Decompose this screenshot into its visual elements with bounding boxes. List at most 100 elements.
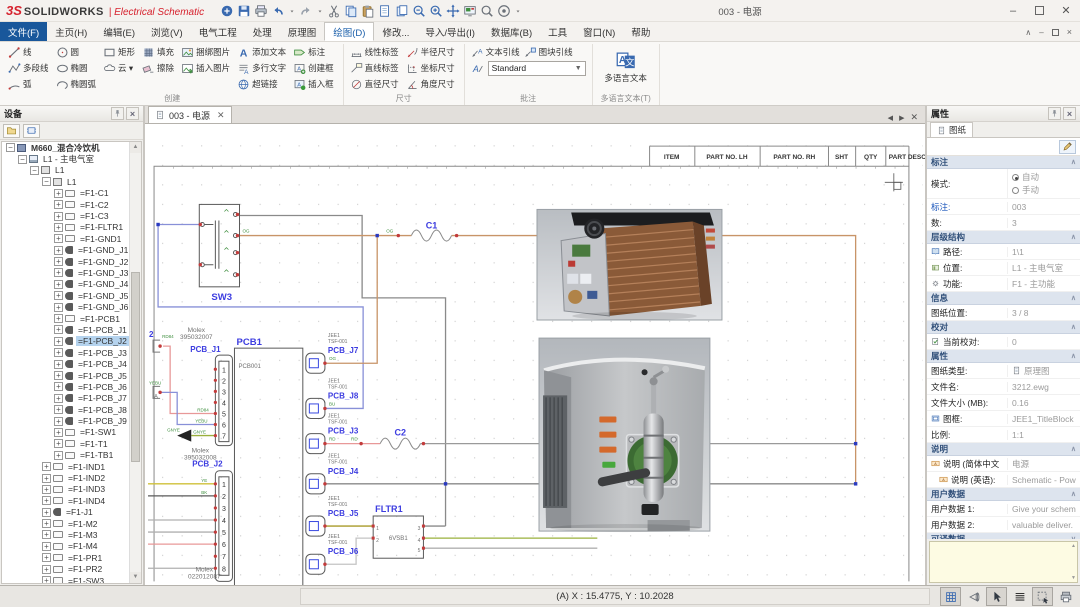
- ribbon-item[interactable]: 擦除: [140, 60, 176, 76]
- tree-item[interactable]: +=F1-PCB_J1: [2, 324, 141, 335]
- property-section[interactable]: 可译数据∨: [927, 533, 1080, 539]
- tab-prev-icon[interactable]: ◀: [888, 114, 893, 122]
- tab-sheet[interactable]: 图纸: [930, 122, 973, 137]
- tree-expander[interactable]: +: [42, 553, 51, 562]
- tree-expander[interactable]: +: [42, 485, 51, 494]
- tree-expander[interactable]: +: [54, 280, 63, 289]
- tree-item[interactable]: +=F1-IND2: [2, 472, 141, 483]
- tree-expander[interactable]: +: [54, 394, 63, 403]
- note-scroll-down-icon[interactable]: ▼: [1071, 575, 1076, 581]
- print-icon[interactable]: [254, 4, 268, 18]
- tree-expander[interactable]: +: [42, 542, 51, 551]
- tree-item[interactable]: +=F1-C3: [2, 210, 141, 221]
- tree-expander[interactable]: +: [54, 428, 63, 437]
- property-section[interactable]: 标注∧: [927, 156, 1080, 169]
- tree-item[interactable]: +=F1-IND3: [2, 484, 141, 495]
- doc-close-icon[interactable]: ×: [1067, 27, 1072, 37]
- tree-expander[interactable]: +: [54, 223, 63, 232]
- undo-icon[interactable]: [271, 4, 285, 18]
- tree-item[interactable]: +=F1-PCB_J9: [2, 415, 141, 426]
- menu-item[interactable]: 浏览(V): [143, 22, 191, 41]
- note-scroll-up-icon[interactable]: ▲: [1071, 543, 1076, 549]
- ribbon-item[interactable]: A文本引线: [469, 44, 522, 60]
- tree-item[interactable]: +=F1-GND1: [2, 233, 141, 244]
- tree-item[interactable]: −L1: [2, 165, 141, 176]
- ribbon-item[interactable]: 云 ▾: [101, 60, 137, 76]
- tree-item[interactable]: −L1 - 主电气室: [2, 153, 141, 164]
- zoomin-icon[interactable]: [429, 4, 443, 18]
- collapse-ribbon-icon[interactable]: ∧: [1025, 28, 1031, 37]
- ribbon-item[interactable]: A插入框: [291, 76, 336, 92]
- redo-icon[interactable]: [299, 4, 313, 18]
- property-section[interactable]: 说明∧: [927, 443, 1080, 456]
- menu-item[interactable]: 原理图: [280, 22, 325, 41]
- tree-item[interactable]: +=F1-GND_J6: [2, 301, 141, 312]
- property-section[interactable]: 属性∧: [927, 350, 1080, 363]
- tab-close-icon[interactable]: ✕: [217, 110, 225, 121]
- doc-minimize-icon[interactable]: –: [1039, 28, 1043, 37]
- tree-expander[interactable]: +: [54, 246, 63, 255]
- tree-item[interactable]: +=F1-GND_J1: [2, 245, 141, 256]
- close-button[interactable]: ✕: [1060, 4, 1072, 17]
- screen-icon[interactable]: [463, 4, 477, 18]
- tree-expander[interactable]: +: [54, 268, 63, 277]
- zoomout-icon[interactable]: [412, 4, 426, 18]
- lines-toggle[interactable]: [1009, 587, 1030, 606]
- document-tab[interactable]: 003 - 电源 ✕: [148, 106, 232, 123]
- tab-list-close-icon[interactable]: ✕: [910, 112, 918, 123]
- tree-item[interactable]: +=F1-M2: [2, 518, 141, 529]
- tree-expander[interactable]: +: [42, 474, 51, 483]
- property-value[interactable]: valuable deliver.: [1007, 520, 1080, 530]
- section-chevron-icon[interactable]: ∧: [1071, 352, 1076, 360]
- tree-item[interactable]: +=F1-PR2: [2, 563, 141, 574]
- tree-item[interactable]: +=F1-PCB_J2: [2, 336, 141, 347]
- ribbon-item[interactable]: A多行文字: [235, 60, 288, 76]
- tree-expander[interactable]: +: [42, 565, 51, 574]
- tree-item[interactable]: +=F1-PCB_J5: [2, 370, 141, 381]
- menu-item[interactable]: 窗口(N): [575, 22, 623, 41]
- tree-item[interactable]: +=F1-IND1: [2, 461, 141, 472]
- ribbon-item[interactable]: 标注: [291, 44, 336, 60]
- tree-item[interactable]: +=F1-TB1: [2, 450, 141, 461]
- tree-item[interactable]: +=F1-PCB_J7: [2, 393, 141, 404]
- tree-expander[interactable]: +: [54, 189, 63, 198]
- property-value[interactable]: 自动手动: [1007, 169, 1080, 198]
- property-value[interactable]: Give your schem: [1007, 504, 1080, 514]
- property-section[interactable]: 信息∧: [927, 292, 1080, 305]
- ribbon-item[interactable]: 线: [6, 44, 51, 60]
- select-toggle[interactable]: [1032, 587, 1053, 606]
- tree-expander[interactable]: +: [54, 382, 63, 391]
- property-section[interactable]: 层级结构∧: [927, 231, 1080, 244]
- pin-icon[interactable]: [111, 107, 124, 120]
- tree-expander[interactable]: +: [54, 417, 63, 426]
- tree-expander[interactable]: +: [54, 325, 63, 334]
- tree-expander[interactable]: +: [54, 234, 63, 243]
- ribbon-item[interactable]: 图块引线: [522, 44, 575, 60]
- ribbon-item[interactable]: 矩形: [101, 44, 137, 60]
- tree-expander[interactable]: +: [54, 451, 63, 460]
- ribbon-item[interactable]: 半径尺寸: [404, 44, 457, 60]
- description-note-box[interactable]: ▲ ▼: [929, 541, 1078, 583]
- tree-expander[interactable]: +: [54, 439, 63, 448]
- ribbon-item[interactable]: 椭圆: [54, 60, 99, 76]
- menu-item[interactable]: 数据库(B): [483, 22, 540, 41]
- multilanguage-text-button[interactable]: A文多语言文本: [597, 44, 655, 90]
- ribbon-item[interactable]: 填充: [140, 44, 176, 60]
- tree-item[interactable]: +=F1-T1: [2, 438, 141, 449]
- ribbon-item[interactable]: 线性标签: [348, 44, 401, 60]
- menu-item[interactable]: 工具: [540, 22, 575, 41]
- section-chevron-icon[interactable]: ∧: [1071, 490, 1076, 498]
- tree-item[interactable]: +=F1-J1: [2, 507, 141, 518]
- app-icon[interactable]: [220, 4, 234, 18]
- menu-item[interactable]: 导入/导出(I): [417, 22, 483, 41]
- doc-restore-icon[interactable]: [1052, 29, 1059, 36]
- property-value[interactable]: JEE1_TitleBlock: [1007, 414, 1080, 424]
- property-value[interactable]: 3212.ewg: [1007, 382, 1080, 392]
- tree-item[interactable]: +=F1-SW1: [2, 427, 141, 438]
- tree-expander[interactable]: +: [42, 496, 51, 505]
- property-value[interactable]: F1 - 主功能: [1007, 278, 1080, 290]
- tree-item[interactable]: +=F1-PCB_J8: [2, 404, 141, 415]
- ribbon-item[interactable]: 超链接: [235, 76, 288, 92]
- menu-item[interactable]: 绘图(D): [324, 22, 374, 41]
- radio-icon[interactable]: [1012, 174, 1019, 181]
